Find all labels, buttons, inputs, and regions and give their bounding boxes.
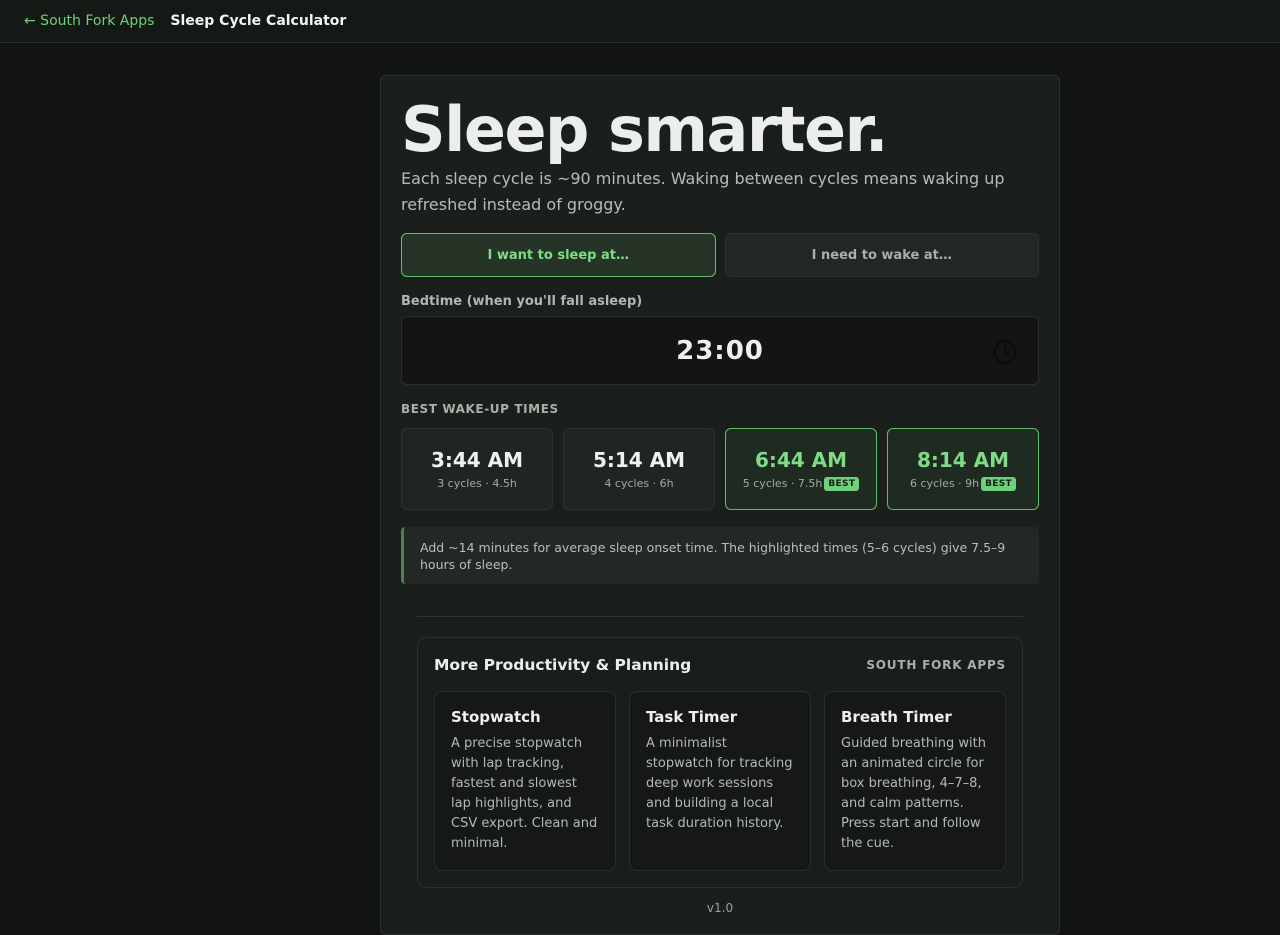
clock-icon[interactable] (992, 339, 1018, 365)
more-apps-title: More Productivity & Planning (434, 656, 692, 674)
best-badge: BEST (981, 476, 1016, 491)
app-card-stopwatch[interactable]: Stopwatch A precise stopwatch with lap t… (434, 691, 616, 871)
mode-wake-at-button[interactable]: I need to wake at… (724, 233, 1039, 277)
wake-time-cycles: 5 cycles · 7.5h (742, 477, 823, 490)
wake-time-option[interactable]: 5:14 AM 4 cycles · 6h (563, 428, 715, 510)
wake-times-label: BEST WAKE-UP TIMES (401, 402, 559, 416)
section-divider (417, 616, 1023, 617)
app-card-task-timer[interactable]: Task Timer A minimalist stopwatch for tr… (629, 691, 811, 871)
wake-time-option-best[interactable]: 8:14 AM 6 cycles · 9h BEST (887, 428, 1039, 510)
wake-time-cycles: 3 cycles · 4.5h (437, 477, 517, 490)
wake-time-meta: 3 cycles · 4.5h (437, 477, 517, 490)
wake-time-cycles: 4 cycles · 6h (604, 477, 674, 490)
app-card-name: Task Timer (646, 708, 738, 726)
app-card-description: A minimalist stopwatch for tracking deep… (646, 736, 793, 831)
best-badge: BEST (824, 476, 860, 491)
wake-time-meta: 4 cycles · 6h (604, 477, 673, 490)
wake-time-value: 8:14 AM (916, 447, 1010, 472)
page-subtitle: Each sleep cycle is ~90 minutes. Waking … (401, 169, 1005, 214)
wake-time-value: 6:44 AM (754, 447, 848, 472)
bedtime-label: Bedtime (when you'll fall asleep) (401, 294, 643, 309)
app-card-name: Breath Timer (841, 708, 952, 726)
app-cards: Stopwatch A precise stopwatch with lap t… (434, 691, 1006, 871)
wake-time-value: 3:44 AM (430, 448, 524, 472)
calculator-card: Sleep smarter. Each sleep cycle is ~90 m… (380, 75, 1060, 935)
bedtime-input[interactable]: 23:00 (401, 316, 1039, 385)
wake-time-value: 5:14 AM (592, 448, 686, 472)
top-bar: ← South Fork Apps Sleep Cycle Calculator (0, 0, 1280, 43)
app-title: Sleep Cycle Calculator (170, 13, 347, 29)
more-apps-panel: More Productivity & Planning SOUTH FORK … (417, 637, 1023, 888)
wake-time-option-best[interactable]: 6:44 AM 5 cycles · 7.5h BEST (725, 428, 877, 510)
wake-times-list: 3:44 AM 3 cycles · 4.5h 5:14 AM 4 cycles… (401, 428, 1039, 510)
page-headline: Sleep smarter. (401, 93, 888, 166)
more-apps-header: More Productivity & Planning SOUTH FORK … (434, 656, 1006, 674)
wake-time-cycles: 6 cycles · 9h (910, 477, 980, 490)
back-to-south-fork-apps-link[interactable]: ← South Fork Apps (24, 13, 154, 29)
app-card-breath-timer[interactable]: Breath Timer Guided breathing with an an… (824, 691, 1006, 871)
app-card-description: A precise stopwatch with lap tracking, f… (451, 736, 598, 851)
south-fork-apps-brand[interactable]: SOUTH FORK APPS (866, 658, 1006, 672)
wake-time-option[interactable]: 3:44 AM 3 cycles · 4.5h (401, 428, 553, 510)
bedtime-value: 23:00 (676, 335, 764, 366)
version-label: v1.0 (706, 901, 734, 915)
mode-sleep-at-button[interactable]: I want to sleep at… (401, 233, 716, 277)
app-card-name: Stopwatch (451, 708, 541, 726)
wake-time-meta: 6 cycles · 9h BEST (910, 476, 1016, 491)
app-card-description: Guided breathing with an animated circle… (841, 736, 986, 851)
mode-toggle: I want to sleep at… I need to wake at… (401, 233, 1039, 277)
sleep-onset-note: Add ~14 minutes for average sleep onset … (401, 527, 1039, 584)
wake-time-meta: 5 cycles · 7.5h BEST (742, 476, 860, 491)
